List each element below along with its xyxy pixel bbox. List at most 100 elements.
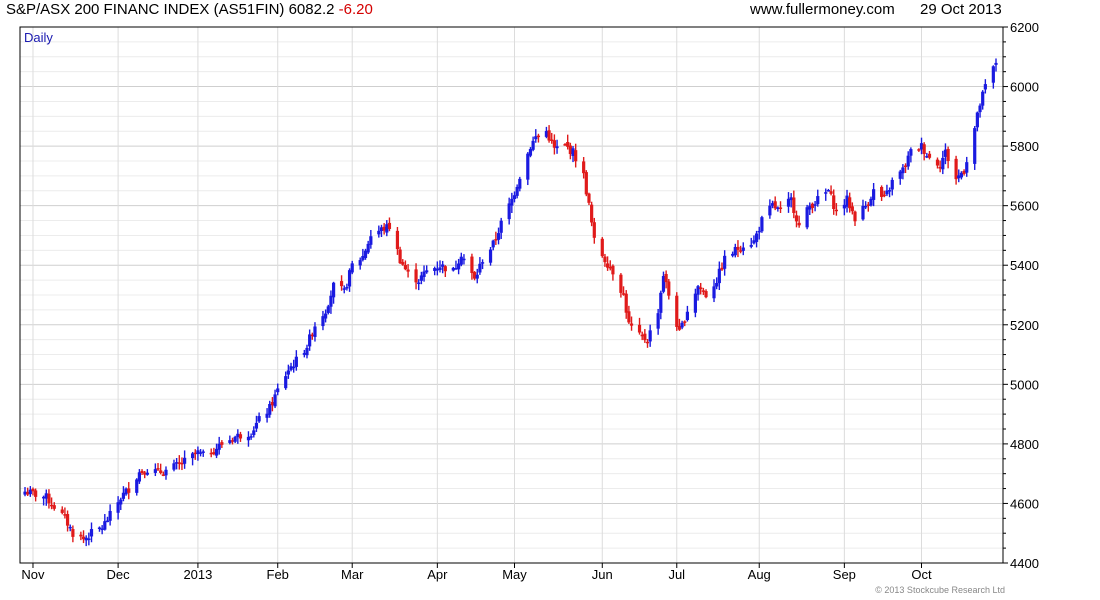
ohlc-body: [611, 265, 615, 275]
ohlc-body: [693, 293, 697, 313]
ohlc-bar: [927, 151, 932, 160]
ohlc-bar: [414, 263, 418, 290]
y-tick-label: 6000: [1010, 80, 1039, 95]
ohlc-bar: [228, 435, 232, 445]
ohlc-body: [872, 189, 876, 200]
ohlc-bar: [611, 264, 615, 281]
ohlc-body: [965, 162, 969, 173]
ohlc-body: [103, 521, 107, 530]
ohlc-bar: [778, 201, 783, 214]
ohlc-bar: [760, 215, 764, 233]
ohlc-body: [257, 416, 261, 422]
ohlc-body: [832, 195, 836, 209]
ohlc-body: [164, 469, 168, 476]
ohlc-body: [220, 442, 224, 445]
ohlc-body: [268, 404, 272, 415]
ohlc-body: [648, 330, 652, 342]
ohlc-body: [518, 178, 522, 189]
ohlc-body: [145, 472, 149, 475]
ohlc-bar: [922, 142, 926, 161]
ohlc-body: [249, 436, 253, 438]
ohlc-body: [326, 306, 330, 313]
ohlc-body: [975, 112, 979, 128]
ohlc-body: [683, 321, 687, 323]
ohlc-body: [34, 490, 38, 497]
ohlc-bar: [28, 486, 32, 497]
ohlc-bar: [478, 257, 482, 275]
ohlc-body: [284, 376, 288, 389]
ohlc-bar: [685, 305, 690, 322]
ohlc-body: [159, 470, 163, 473]
ohlc-bar: [552, 134, 556, 155]
ohlc-body: [406, 269, 410, 272]
ohlc-body: [704, 291, 708, 298]
ohlc-body: [417, 282, 421, 285]
ohlc-body: [813, 204, 817, 206]
ohlc-body: [491, 240, 495, 248]
ohlc-bar: [433, 266, 437, 276]
x-tick-label: Apr: [427, 567, 448, 582]
ohlc-bar: [177, 455, 181, 470]
ohlc-bar: [403, 260, 408, 271]
ohlc-body: [712, 286, 716, 299]
ohlc-body: [600, 238, 604, 257]
ohlc-bar: [643, 329, 647, 343]
ohlc-bar: [350, 260, 354, 275]
ohlc-body: [52, 505, 56, 509]
ohlc-body: [754, 233, 759, 242]
ohlc-body: [994, 62, 998, 65]
ohlc-body: [941, 157, 945, 170]
ohlc-body: [313, 326, 317, 337]
ohlc-bar: [890, 177, 894, 196]
ohlc-body: [717, 268, 721, 284]
ohlc-body: [680, 322, 684, 328]
ohlc-bar: [273, 389, 277, 409]
x-tick-label: Jun: [592, 567, 613, 582]
ohlc-body: [414, 269, 418, 283]
ohlc-body: [887, 190, 892, 192]
ohlc-bar: [172, 459, 176, 472]
ohlc-bar: [183, 450, 187, 469]
x-tick-label: 2013: [183, 567, 212, 582]
ohlc-body: [587, 193, 591, 203]
ohlc-body: [499, 220, 503, 233]
ohlc-body: [794, 215, 799, 222]
ohlc-body: [331, 282, 336, 298]
ohlc-body: [342, 288, 346, 290]
ohlc-bar: [600, 237, 604, 258]
ohlc-body: [183, 457, 187, 464]
ohlc-body: [71, 529, 75, 537]
ohlc-body: [935, 159, 940, 166]
ohlc-body: [619, 274, 623, 293]
ohlc-bar: [443, 265, 447, 278]
ohlc-body: [387, 222, 392, 229]
ohlc-body: [901, 167, 905, 174]
y-tick-label: 5000: [1010, 377, 1039, 392]
ohlc-body: [238, 434, 243, 439]
ohlc-bar: [276, 383, 280, 396]
ohlc-body: [792, 197, 796, 213]
ohlc-body: [105, 520, 110, 523]
ohlc-body: [214, 448, 219, 456]
ohlc-body: [68, 526, 72, 529]
ohlc-body: [339, 281, 344, 287]
ohlc-bar: [637, 317, 642, 335]
ohlc-body: [358, 260, 362, 266]
price-chart: Daily 4400 4600 4800 5000 5200 5400 5600 5800 60…: [19, 20, 1039, 595]
ohlc-body: [462, 258, 466, 261]
ohlc-bar: [991, 65, 995, 89]
period-label: Daily: [24, 30, 53, 45]
ohlc-body: [172, 463, 176, 470]
ohlc-body: [252, 430, 256, 436]
ohlc-body: [760, 217, 764, 232]
ohlc-body: [778, 207, 783, 209]
ohlc-body: [699, 287, 703, 290]
ohlc-bar: [526, 152, 530, 186]
ohlc-body: [582, 161, 586, 174]
ohlc-body: [603, 256, 607, 263]
ohlc-bar: [712, 279, 716, 303]
ohlc-body: [496, 233, 501, 240]
ohlc-body: [824, 192, 828, 194]
ohlc-body: [624, 293, 628, 313]
ohlc-body: [401, 262, 405, 265]
